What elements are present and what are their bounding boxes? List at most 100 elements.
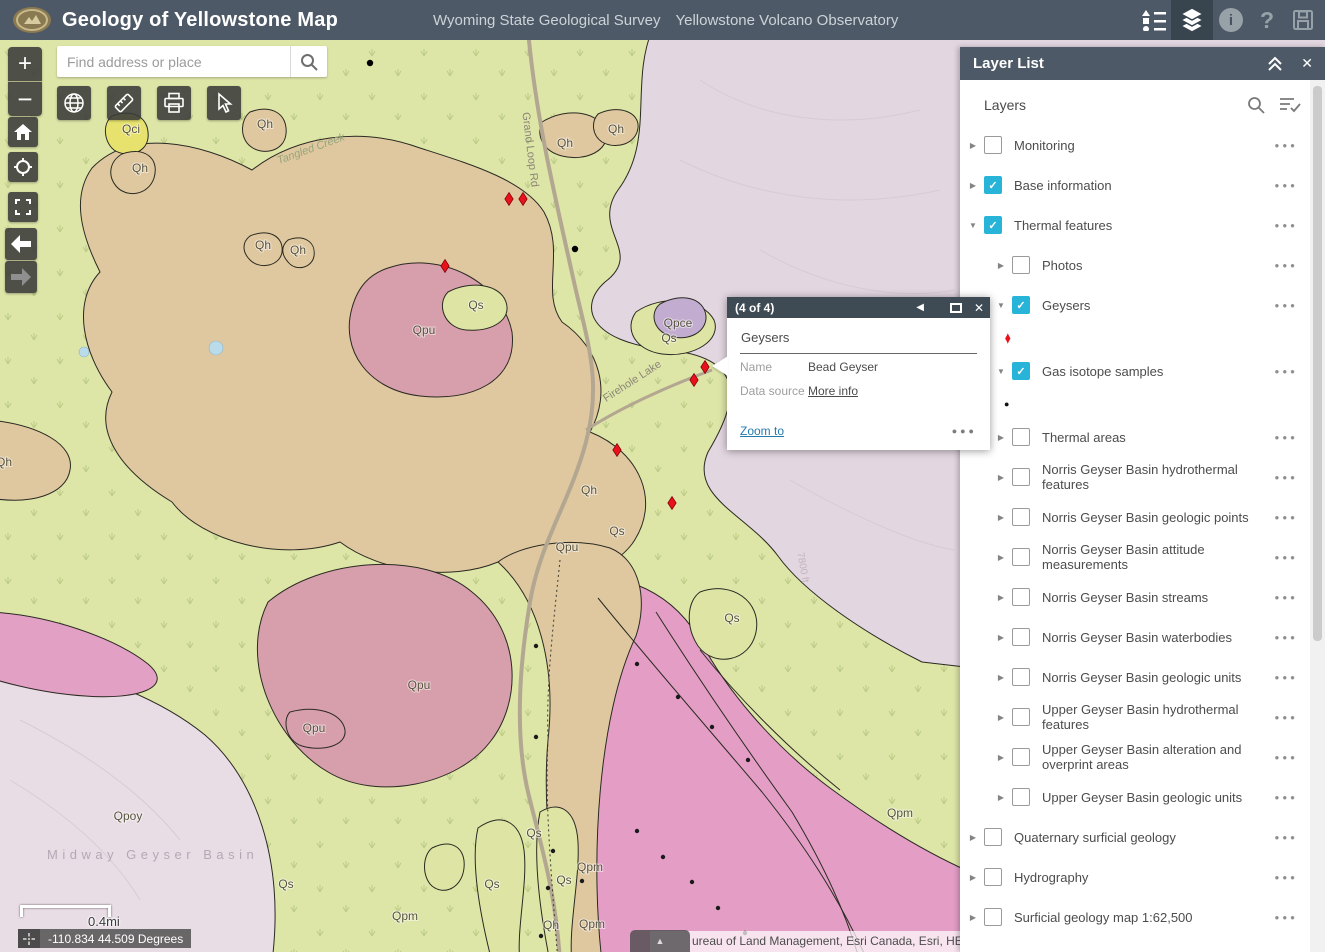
layer-search-icon[interactable] — [1247, 96, 1265, 114]
layer-checkbox[interactable] — [1012, 788, 1030, 806]
layer-row: ▶Norris Geyser Basin geologic points●●● — [960, 497, 1310, 537]
print-button[interactable] — [157, 86, 191, 120]
layer-menu-button[interactable]: ●●● — [1275, 673, 1299, 682]
popup-header[interactable]: (4 of 4) ◀ ✕ — [727, 297, 990, 318]
measure-button[interactable] — [107, 86, 141, 120]
layer-menu-button[interactable]: ●●● — [1275, 753, 1299, 762]
layer-checkbox[interactable]: ✓ — [984, 176, 1002, 194]
layer-menu-button[interactable]: ●●● — [1275, 793, 1299, 802]
layer-menu-button[interactable]: ●●● — [1275, 913, 1299, 922]
layer-menu-button[interactable]: ●●● — [1275, 141, 1299, 150]
layer-checkbox[interactable] — [984, 868, 1002, 886]
layer-menu-button[interactable]: ●●● — [1275, 553, 1299, 562]
layers-subheader: Layers — [960, 80, 1325, 126]
expand-arrow-icon[interactable]: ▶ — [994, 633, 1008, 642]
collapse-arrow-icon[interactable]: ▼ — [994, 367, 1008, 376]
help-icon[interactable]: ? — [1249, 0, 1285, 40]
panel-close-icon[interactable]: ✕ — [1301, 55, 1313, 72]
popup-close-icon[interactable]: ✕ — [974, 301, 984, 315]
layer-checkbox[interactable] — [1012, 256, 1030, 274]
info-icon[interactable]: i — [1213, 0, 1249, 40]
expand-arrow-icon[interactable]: ▶ — [994, 673, 1008, 682]
layer-checkbox[interactable] — [984, 828, 1002, 846]
layer-checkbox[interactable] — [1012, 548, 1030, 566]
save-icon[interactable] — [1285, 0, 1321, 40]
layer-checkbox[interactable] — [984, 136, 1002, 154]
zoom-out-button[interactable]: − — [8, 82, 42, 116]
panel-scrollbar[interactable] — [1310, 80, 1325, 952]
layer-checkbox[interactable] — [1012, 628, 1030, 646]
layer-menu-button[interactable]: ●●● — [1275, 873, 1299, 882]
search-icon — [300, 53, 318, 71]
panel-collapse-icon[interactable] — [1267, 56, 1283, 71]
expand-arrow-icon[interactable]: ▶ — [994, 753, 1008, 762]
collapse-arrow-icon[interactable]: ▼ — [966, 221, 980, 230]
layer-menu-button[interactable]: ●●● — [1275, 221, 1299, 230]
home-button[interactable] — [8, 117, 38, 147]
zoom-to-link[interactable]: Zoom to — [740, 424, 952, 438]
layer-menu-button[interactable]: ●●● — [1275, 593, 1299, 602]
collapse-arrow-icon[interactable]: ▼ — [994, 301, 1008, 310]
layer-menu-button[interactable]: ●●● — [1275, 833, 1299, 842]
locate-button[interactable] — [8, 152, 38, 182]
link-wsgs[interactable]: Wyoming State Geological Survey — [433, 12, 660, 29]
layer-menu-button[interactable]: ●●● — [1275, 633, 1299, 642]
layer-checkbox[interactable]: ✓ — [1012, 296, 1030, 314]
zoom-in-button[interactable]: + — [8, 47, 42, 81]
layers-icon[interactable] — [1171, 0, 1213, 40]
select-pointer-button[interactable] — [207, 86, 241, 120]
expand-arrow-icon[interactable]: ▶ — [994, 593, 1008, 602]
expand-arrow-icon[interactable]: ▶ — [994, 433, 1008, 442]
expand-arrow-icon[interactable]: ▶ — [966, 913, 980, 922]
forward-arrow-icon — [11, 268, 31, 286]
layer-filter-icon[interactable] — [1279, 97, 1301, 113]
basemap-globe-button[interactable] — [57, 86, 91, 120]
layer-checkbox[interactable] — [1012, 748, 1030, 766]
attribute-table-toggle[interactable]: ▲ — [630, 930, 690, 952]
geologic-point-marker — [710, 725, 714, 729]
layer-checkbox[interactable]: ✓ — [984, 216, 1002, 234]
crosshair-icon[interactable] — [18, 929, 40, 948]
layer-menu-button[interactable]: ●●● — [1275, 367, 1299, 376]
expand-arrow-icon[interactable]: ▶ — [966, 873, 980, 882]
field-label: Data source — [740, 381, 808, 402]
search-input[interactable] — [57, 46, 290, 77]
layer-checkbox[interactable] — [1012, 588, 1030, 606]
link-yvo[interactable]: Yellowstone Volcano Observatory — [675, 12, 898, 29]
layer-checkbox[interactable]: ✓ — [1012, 362, 1030, 380]
scrollbar-thumb[interactable] — [1313, 86, 1322, 641]
layer-menu-button[interactable]: ●●● — [1275, 473, 1299, 482]
layer-menu-button[interactable]: ●●● — [1275, 513, 1299, 522]
expand-arrow-icon[interactable]: ▶ — [966, 181, 980, 190]
layer-menu-button[interactable]: ●●● — [1275, 433, 1299, 442]
expand-arrow-icon[interactable]: ▶ — [966, 833, 980, 842]
expand-arrow-icon[interactable]: ▶ — [994, 261, 1008, 270]
layer-checkbox[interactable] — [1012, 508, 1030, 526]
layer-checkbox[interactable] — [1012, 708, 1030, 726]
more-info-link[interactable]: More info — [808, 381, 858, 402]
layer-checkbox[interactable] — [1012, 668, 1030, 686]
layer-checkbox[interactable] — [1012, 428, 1030, 446]
expand-arrow-icon[interactable]: ▶ — [994, 513, 1008, 522]
expand-arrow-icon[interactable]: ▶ — [994, 473, 1008, 482]
layer-checkbox[interactable] — [1012, 468, 1030, 486]
expand-arrow-icon[interactable]: ▶ — [966, 141, 980, 150]
globe-icon — [63, 92, 85, 114]
expand-arrow-icon[interactable]: ▶ — [994, 553, 1008, 562]
forward-button[interactable] — [5, 261, 37, 293]
fullscreen-button[interactable] — [8, 192, 38, 222]
expand-arrow-icon[interactable]: ▶ — [994, 793, 1008, 802]
popup-menu-icon[interactable]: ●●● — [952, 426, 977, 436]
panel-title: Layer List — [973, 55, 1249, 72]
popup-maximize-icon[interactable] — [950, 303, 962, 313]
layer-menu-button[interactable]: ●●● — [1275, 181, 1299, 190]
popup-prev-icon[interactable]: ◀ — [916, 302, 924, 313]
search-button[interactable] — [290, 46, 327, 77]
layer-menu-button[interactable]: ●●● — [1275, 301, 1299, 310]
layer-menu-button[interactable]: ●●● — [1275, 713, 1299, 722]
layer-menu-button[interactable]: ●●● — [1275, 261, 1299, 270]
back-button[interactable] — [5, 228, 37, 260]
legend-icon[interactable] — [1135, 0, 1171, 40]
layer-checkbox[interactable] — [984, 908, 1002, 926]
expand-arrow-icon[interactable]: ▶ — [994, 713, 1008, 722]
